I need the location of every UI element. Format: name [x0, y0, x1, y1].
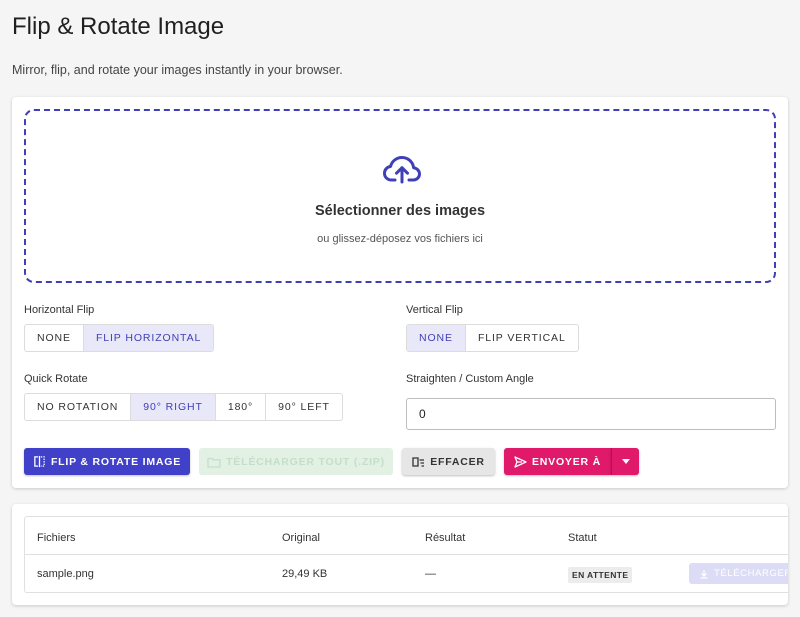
quick-rotate-group: NO ROTATION 90° RIGHT 180° 90° LEFT	[24, 393, 343, 421]
row-download-button-label: TÉLÉCHARGER	[714, 568, 788, 579]
download-icon	[700, 569, 708, 579]
horizontal-flip-group: NONE FLIP HORIZONTAL	[24, 324, 215, 352]
table-header-result: Résultat	[425, 532, 466, 544]
clear-button-label: EFFACER	[430, 455, 485, 468]
status-badge: EN ATTENTE	[568, 567, 633, 583]
download-zip-button[interactable]: TÉLÉCHARGER TOUT (.ZIP)	[199, 448, 393, 475]
vertical-flip-option-flip-vertical[interactable]: FLIP VERTICAL	[466, 325, 578, 351]
custom-angle-input[interactable]	[406, 398, 776, 430]
options-card: Sélectionner des images ou glissez-dépos…	[12, 97, 788, 488]
custom-angle-label: Straighten / Custom Angle	[406, 373, 534, 385]
quick-rotate-option-90-left[interactable]: 90° LEFT	[266, 394, 342, 420]
caret-down-icon	[621, 459, 630, 464]
file-dropzone[interactable]: Sélectionner des images ou glissez-dépos…	[24, 109, 776, 283]
quick-rotate-option-90-right[interactable]: 90° RIGHT	[131, 394, 216, 420]
flip-rotate-button[interactable]: FLIP & ROTATE IMAGE	[24, 448, 190, 475]
dropzone-subtitle: ou glissez-déposez vos fichiers ici	[317, 233, 483, 245]
quick-rotate-option-no-rotation[interactable]: NO ROTATION	[25, 394, 132, 420]
horizontal-flip-option-flip-horizontal[interactable]: FLIP HORIZONTAL	[83, 325, 214, 351]
send-to-button[interactable]: ENVOYER À	[504, 448, 611, 475]
files-card: Fichiers Original Résultat Statut sample…	[12, 504, 788, 605]
vertical-flip-label: Vertical Flip	[406, 304, 463, 316]
vertical-flip-group: NONE FLIP VERTICAL	[406, 324, 579, 352]
dropzone-title: Sélectionner des images	[314, 203, 486, 219]
flip-icon	[34, 455, 45, 468]
table-header-status: Statut	[568, 532, 597, 544]
flip-rotate-button-label: FLIP & ROTATE IMAGE	[50, 455, 182, 468]
send-to-dropdown-button[interactable]	[611, 448, 639, 475]
table-divider	[25, 554, 788, 555]
table-header-original: Original	[282, 532, 320, 544]
table-cell-filename: sample.png	[37, 568, 94, 580]
table-cell-result: —	[425, 568, 436, 580]
download-zip-button-label: TÉLÉCHARGER TOUT (.ZIP)	[226, 455, 385, 468]
row-download-button[interactable]: TÉLÉCHARGER	[689, 563, 788, 584]
folder-icon	[207, 457, 221, 468]
clear-icon	[412, 456, 425, 467]
send-icon	[514, 455, 527, 468]
table-cell-original-size: 29,49 KB	[282, 568, 328, 580]
page-title: Flip & Rotate Image	[12, 13, 225, 40]
horizontal-flip-option-none[interactable]: NONE	[25, 325, 84, 351]
clear-button[interactable]: EFFACER	[402, 448, 495, 475]
quick-rotate-option-180[interactable]: 180°	[216, 394, 267, 420]
vertical-flip-option-none[interactable]: NONE	[407, 325, 466, 351]
files-table: Fichiers Original Résultat Statut sample…	[24, 516, 788, 593]
cloud-upload-icon	[383, 156, 421, 184]
quick-rotate-label: Quick Rotate	[24, 373, 88, 385]
send-to-button-label: ENVOYER À	[531, 455, 602, 468]
table-header-files: Fichiers	[37, 532, 76, 544]
horizontal-flip-label: Horizontal Flip	[24, 304, 95, 316]
page-subtitle: Mirror, flip, and rotate your images ins…	[12, 63, 343, 77]
